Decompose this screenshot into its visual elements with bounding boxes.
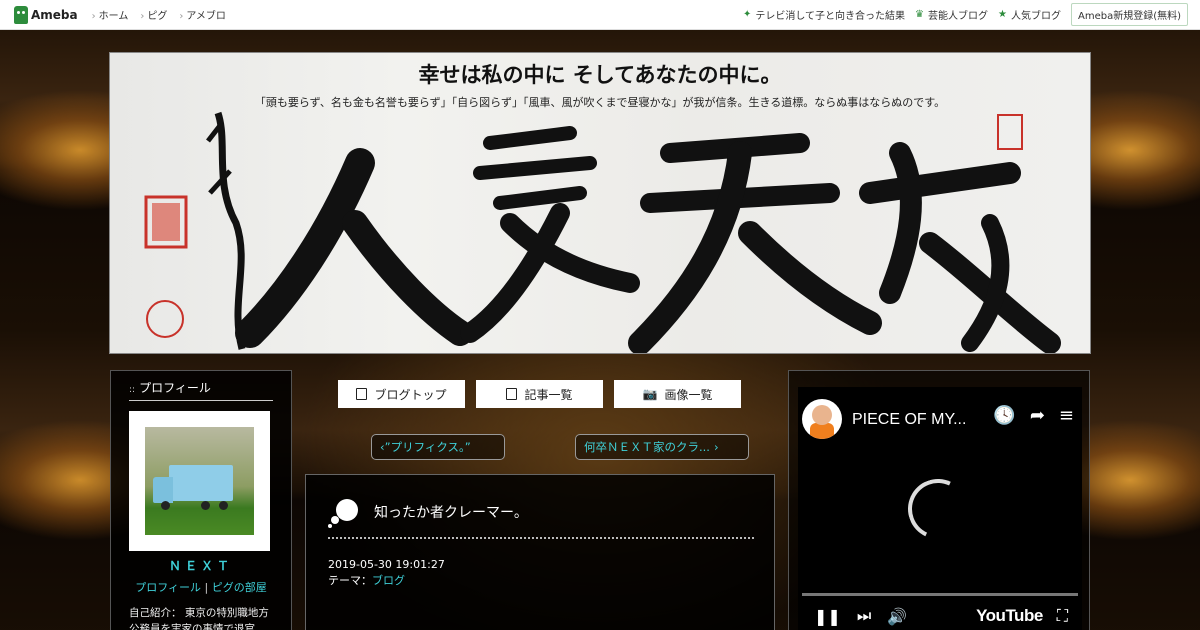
link-tv-article-label: テレビ消して子と向き合った結果 (755, 11, 906, 22)
brush-jin-right (342, 210, 473, 346)
link-popular-blog[interactable]: ★ 人気ブログ (998, 7, 1061, 22)
video-progress-bar[interactable] (802, 593, 1078, 596)
volume-icon[interactable]: 🔊 (887, 607, 907, 626)
video-title[interactable]: PIECE OF MY... (852, 411, 966, 429)
blog-header-banner[interactable]: 幸せは私の中に そしてあなたの中に。 「頭も要らず、名も金も名誉も要らず」「自ら… (109, 52, 1091, 354)
article-datetime: 2019-05-30 19:01:27 (328, 558, 445, 571)
truck-wheel (219, 501, 228, 510)
title-divider (328, 537, 754, 543)
channel-avatar[interactable] (802, 399, 842, 439)
profile-intro: 自己紹介： 東京の特別職地方公務員を実家の事情で退官 (129, 607, 269, 630)
share-icon[interactable]: ➦ (1030, 405, 1045, 426)
top-bar: Ameba ホーム ピグ アメブロ ✦テレビ消して子と向き合った結果 ♛芸能人ブ… (0, 0, 1200, 30)
profile-heading: プロフィール (129, 379, 273, 401)
profile-avatar[interactable] (129, 411, 270, 551)
article-title-row: 知ったか者クレーマー。 (328, 497, 752, 528)
logo-text: Ameba (31, 7, 78, 22)
pigg-room-link[interactable]: ピグの部屋 (212, 581, 267, 594)
brush-ai-top (473, 126, 597, 210)
prev-article-label: ”プリフィクス。” (384, 440, 471, 454)
register-button[interactable]: Ameba新規登録(無料) (1070, 3, 1188, 26)
article-title[interactable]: 知ったか者クレーマー。 (374, 502, 528, 522)
nav-home[interactable]: ホーム (92, 7, 129, 22)
red-seal-round (146, 300, 184, 338)
image-list-button[interactable]: 📷 画像一覧 (614, 380, 741, 408)
top-nav: ホーム ピグ アメブロ (92, 7, 238, 22)
profile-avatar-image (145, 427, 254, 535)
loading-spinner (899, 470, 977, 548)
link-celebrity-blog-label: 芸能人ブログ (928, 11, 989, 22)
chevron-right-icon: › (713, 440, 719, 454)
right-nav: ✦ テレビ消して子と向き合った結果 ♛ 芸能人ブログ ★ 人気ブログ Ameba新規登… (733, 3, 1200, 26)
red-seal-right (997, 114, 1023, 150)
sparkle-icon: ✦ (742, 9, 752, 20)
fullscreen-icon[interactable]: ⛶ (1057, 606, 1068, 626)
crown-icon: ♛ (915, 9, 925, 20)
profile-name[interactable]: ＮＥＸＴ (129, 557, 273, 574)
blog-description: 「頭も要らず、名も金も名誉も要らず」「自ら図らず」「風車、風が吹くまで昼寝かな」… (254, 96, 946, 109)
video-top-icons: 🕓 ➦ ≡ (993, 405, 1074, 426)
next-article-link[interactable]: 何卒ＮＥＸＴ家のクラ... › (575, 434, 749, 460)
image-list-label: 画像一覧 (664, 387, 713, 402)
playlist-icon[interactable]: ≡ (1059, 405, 1074, 426)
camera-icon: 📷 (642, 387, 658, 401)
prev-article-link[interactable]: ‹ ”プリフィクス。” (371, 434, 505, 460)
pause-icon[interactable]: ❚❚ (814, 607, 841, 626)
profile-panel: プロフィール ＮＥＸＴ プロフィール | ピグの部屋 自己紹介： 東京の特別職地… (110, 370, 292, 630)
document-icon (356, 388, 368, 400)
next-article-label: 何卒ＮＥＸＴ家のクラ... (584, 440, 710, 454)
link-popular-blog-label: 人気ブログ (1010, 11, 1061, 22)
avatar-face (812, 405, 832, 425)
red-seal-left-fill (152, 203, 180, 241)
brush-ai-bottom (460, 203, 640, 343)
watch-later-icon[interactable]: 🕓 (993, 405, 1015, 426)
signature-stroke (214, 111, 246, 350)
nav-ameblo[interactable]: アメブロ (179, 7, 226, 22)
star-icon: ★ (998, 9, 1007, 20)
link-tv-article[interactable]: ✦ テレビ消して子と向き合った結果 (743, 7, 905, 22)
video-controls: ❚❚ ⏭ 🔊 YouTube ⛶ (798, 601, 1082, 630)
brush-jin-left (235, 148, 375, 348)
theme-link[interactable]: ブログ (372, 574, 405, 587)
truck-wheel (201, 501, 210, 510)
ameba-logo-icon (14, 5, 28, 24)
link-celebrity-blog[interactable]: ♛ 芸能人ブログ (915, 7, 988, 22)
ameba-logo[interactable]: Ameba (14, 5, 78, 24)
side-widget: PIECE OF MY... 🕓 ➦ ≡ ❚❚ ⏭ 🔊 YouTube ⛶ (788, 370, 1090, 630)
article-list-label: 記事一覧 (524, 387, 573, 402)
truck-toy-cab (153, 477, 173, 503)
nav-pigg[interactable]: ピグ (140, 7, 167, 22)
truck-wheel (161, 501, 170, 510)
profile-links: プロフィール | ピグの部屋 (129, 579, 273, 595)
theme-label: テーマ： (328, 574, 372, 587)
youtube-player[interactable]: PIECE OF MY... 🕓 ➦ ≡ ❚❚ ⏭ 🔊 YouTube ⛶ (798, 387, 1082, 630)
article-entry: 知ったか者クレーマー。 2019-05-30 19:01:27 テーマ：ブログ (305, 474, 775, 630)
brush-kei (859, 142, 1061, 353)
profile-link-separator: | (204, 581, 209, 594)
article-theme-row: テーマ：ブログ (328, 573, 752, 589)
youtube-logo[interactable]: YouTube (976, 606, 1043, 626)
next-icon[interactable]: ⏭ (857, 606, 871, 626)
ink-splash-icon (328, 497, 362, 528)
truck-toy-body (169, 465, 233, 501)
profile-link[interactable]: プロフィール (135, 581, 201, 594)
blog-top-button[interactable]: ブログトップ (338, 380, 465, 408)
blog-top-label: ブログトップ (374, 387, 447, 402)
copy-icon (506, 388, 518, 400)
brush-ten-legs (628, 141, 882, 353)
blog-title[interactable]: 幸せは私の中に そしてあなたの中に。 (110, 59, 1090, 89)
article-meta: 2019-05-30 19:01:27 テーマ：ブログ (328, 557, 752, 589)
article-list-button[interactable]: 記事一覧 (476, 380, 603, 408)
blog-nav-buttons: ブログトップ 記事一覧 📷 画像一覧 (338, 380, 741, 408)
avatar-body (810, 423, 834, 439)
